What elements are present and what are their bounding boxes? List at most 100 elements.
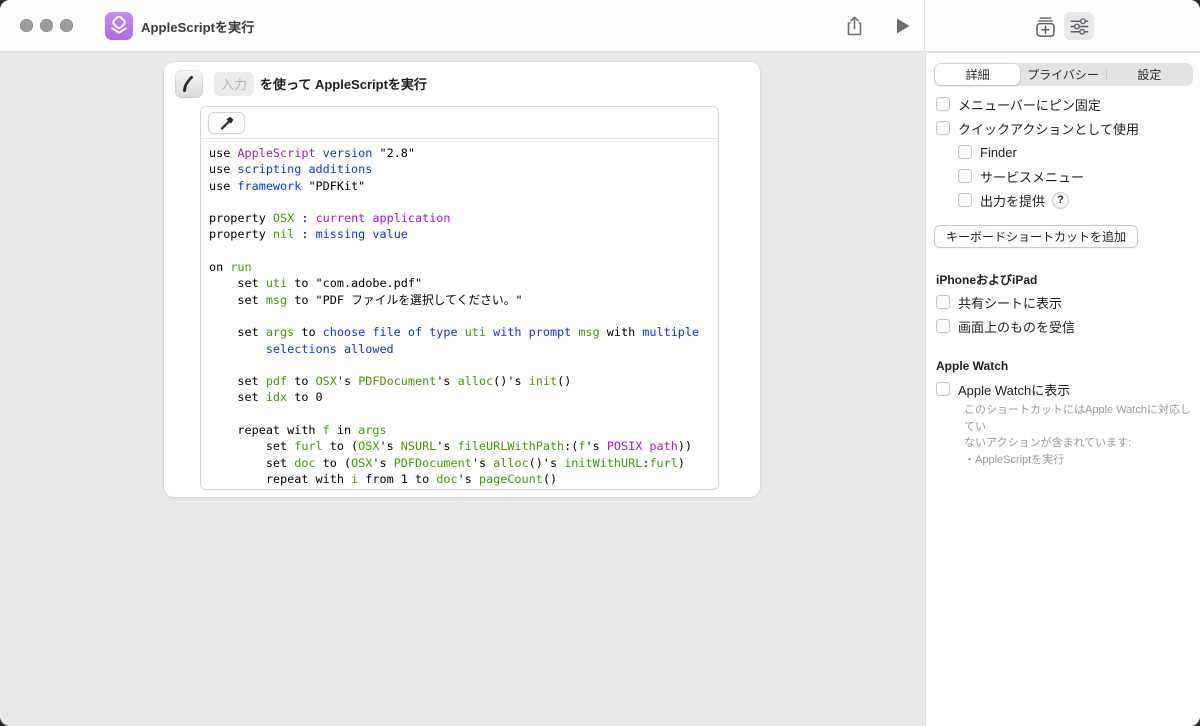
code-area[interactable]: use AppleScript version "2.8"use scripti…: [201, 139, 718, 490]
code-token: in: [337, 423, 358, 437]
code-token: 's: [586, 439, 607, 453]
play-icon: [895, 17, 911, 35]
checkbox-label: Finder: [980, 145, 1017, 160]
checkbox-label: Apple Watchに表示: [958, 380, 1070, 399]
code-line: set pdf to OSX's PDFDocument's alloc()'s…: [209, 373, 716, 389]
checkbox-row: クイックアクションとして使用: [936, 116, 1194, 140]
code-token: set: [209, 325, 266, 339]
checkbox[interactable]: [936, 382, 950, 396]
code-token: pdf: [266, 374, 294, 388]
tab-setup[interactable]: 設定: [1107, 64, 1192, 85]
help-button[interactable]: ?: [1052, 192, 1069, 209]
code-token: f: [578, 439, 585, 453]
input-variable-token[interactable]: 入力: [214, 72, 254, 96]
script-editor-box[interactable]: use AppleScript version "2.8"use scripti…: [200, 106, 719, 490]
code-token: to: [294, 374, 315, 388]
code-token: alloc: [458, 374, 494, 388]
code-token: set: [209, 456, 294, 470]
code-token: multiple: [642, 325, 699, 339]
code-token: "PDFKit": [308, 179, 365, 193]
close-window-button[interactable]: [20, 19, 33, 32]
code-line: selections allowed: [209, 341, 716, 357]
checkbox[interactable]: [936, 97, 950, 111]
tab-privacy[interactable]: プライバシー: [1020, 64, 1105, 85]
code-token: 's: [337, 374, 358, 388]
checkbox[interactable]: [936, 295, 950, 309]
checkbox-label: クイックアクションとして使用: [958, 119, 1139, 138]
code-token: PDFDocument: [394, 456, 472, 470]
code-line: use framework "PDFKit": [209, 178, 716, 194]
code-token: to (: [330, 439, 358, 453]
action-library-icon: [1034, 15, 1057, 38]
code-token: set: [209, 374, 266, 388]
code-token: f: [323, 423, 337, 437]
checkbox-row: Apple Watchに表示: [936, 377, 1194, 401]
code-line: set uti to "com.adobe.pdf": [209, 275, 716, 291]
code-token: doc: [294, 456, 322, 470]
tab-details[interactable]: 詳細: [935, 64, 1020, 85]
code-token: furl: [649, 456, 677, 470]
compile-button[interactable]: [208, 112, 245, 134]
code-token: (): [557, 374, 571, 388]
code-token: property: [209, 211, 273, 225]
minimize-window-button[interactable]: [40, 19, 53, 32]
code-token: :: [301, 211, 315, 225]
share-button[interactable]: [842, 14, 866, 38]
code-line: repeat with f in args: [209, 422, 716, 438]
code-token: 's: [379, 439, 400, 453]
code-token: OSX: [273, 211, 301, 225]
checkbox-label: メニューバーにピン固定: [958, 95, 1101, 114]
code-line: repeat with i from 1 to doc's pageCount(…: [209, 471, 716, 487]
code-token: set: [209, 293, 266, 307]
code-token: (): [543, 472, 557, 486]
applescript-action-icon: [175, 70, 203, 98]
action-header: 入力 を使って AppleScriptを実行: [164, 62, 760, 105]
run-shortcut-button[interactable]: [891, 14, 915, 38]
code-token: 's: [472, 456, 493, 470]
checkbox[interactable]: [958, 193, 972, 207]
code-token: use: [209, 162, 237, 176]
code-line: use AppleScript version "2.8": [209, 145, 716, 161]
code-token: use: [209, 179, 237, 193]
details-toggle-button[interactable]: [1064, 12, 1094, 40]
code-token: :(: [564, 439, 578, 453]
code-token: repeat with: [209, 423, 323, 437]
checkbox[interactable]: [958, 169, 972, 183]
shortcuts-window: AppleScriptを実行: [0, 0, 1200, 726]
script-toolbar: [201, 107, 718, 139]
checkbox-row: Finder: [936, 140, 1194, 164]
checkbox-row: 共有シートに表示: [936, 290, 1194, 314]
code-token: framework: [237, 179, 308, 193]
add-keyboard-shortcut-button[interactable]: キーボードショートカットを追加: [934, 225, 1138, 248]
code-token: alloc: [493, 456, 529, 470]
code-token: with: [607, 325, 643, 339]
checkbox[interactable]: [958, 145, 972, 159]
stacked-layers-glyph: [109, 16, 129, 36]
note-line: ないアクションが含まれています:: [964, 435, 1194, 452]
code-line: set args to choose file of type uti with…: [209, 324, 716, 340]
action-library-button[interactable]: [1033, 14, 1057, 38]
code-token: 's: [458, 472, 479, 486]
checkbox[interactable]: [936, 121, 950, 135]
checkbox-label: 画面上のものを受信: [958, 317, 1075, 336]
shortcuts-app-icon: [105, 12, 133, 40]
code-token: i: [351, 472, 365, 486]
code-line: use scripting additions: [209, 161, 716, 177]
code-token: to (: [323, 456, 351, 470]
checkbox[interactable]: [936, 319, 950, 333]
code-token: ): [678, 456, 685, 470]
code-line: set furl to (OSX's NSURL's fileURLWithPa…: [209, 438, 716, 454]
note-line: このショートカットにはApple Watchに対応してい: [964, 402, 1194, 435]
editor-canvas: 入力 を使って AppleScriptを実行 use AppleScript v…: [0, 53, 924, 726]
code-token: current application: [316, 211, 451, 225]
code-line: on run: [209, 259, 716, 275]
code-token: pageCount: [479, 472, 543, 486]
code-token: missing value: [316, 227, 408, 241]
code-line: set msg to "PDF ファイルを選択してください。": [209, 292, 716, 308]
zoom-window-button[interactable]: [60, 19, 73, 32]
code-token: from 1 to: [365, 472, 436, 486]
applescript-action-card[interactable]: 入力 を使って AppleScriptを実行 use AppleScript v…: [164, 62, 760, 497]
code-token: )): [678, 439, 692, 453]
code-line: [209, 308, 716, 324]
code-token: to: [301, 325, 322, 339]
